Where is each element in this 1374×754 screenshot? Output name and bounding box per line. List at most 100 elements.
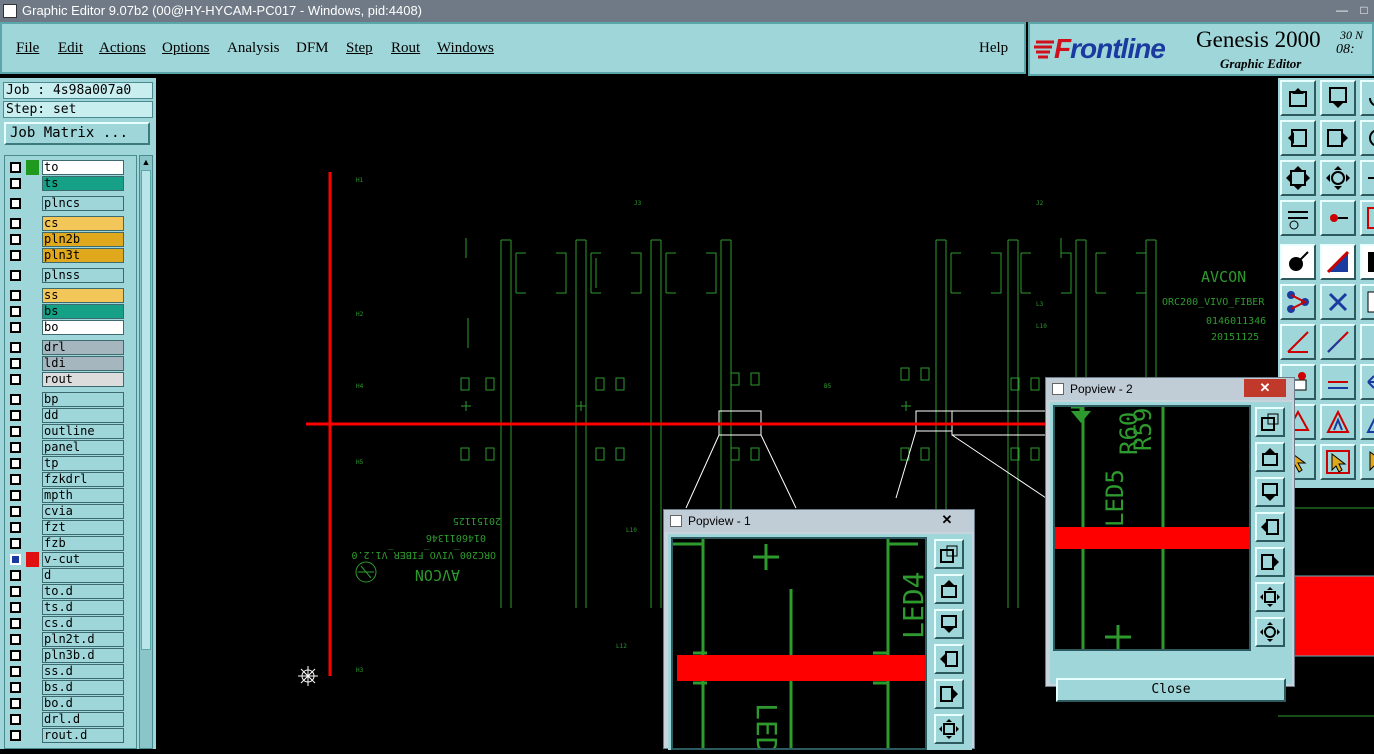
- layer-color-swatch[interactable]: [26, 340, 39, 355]
- tool-shift-up[interactable]: [1280, 80, 1316, 116]
- tool-measure[interactable]: [1280, 200, 1316, 236]
- popview-2-tool-5[interactable]: [1255, 547, 1285, 577]
- tool-triangle-blue[interactable]: [1360, 404, 1374, 440]
- layer-color-swatch[interactable]: [26, 216, 39, 231]
- layer-row-ts-d[interactable]: ts.d: [7, 600, 135, 615]
- layer-color-swatch[interactable]: [26, 392, 39, 407]
- layer-name[interactable]: bs.d: [42, 680, 124, 695]
- layer-checkbox[interactable]: [10, 234, 21, 245]
- layer-checkbox[interactable]: [10, 442, 21, 453]
- layer-name[interactable]: bp: [42, 392, 124, 407]
- layer-name[interactable]: ts.d: [42, 600, 124, 615]
- layer-checkbox[interactable]: [10, 358, 21, 369]
- layer-checkbox[interactable]: [10, 634, 21, 645]
- tool-arc[interactable]: [1320, 324, 1356, 360]
- tool-shift-left[interactable]: [1280, 120, 1316, 156]
- popview-1-tool-4[interactable]: [934, 644, 964, 674]
- layer-color-swatch[interactable]: [26, 568, 39, 583]
- layer-color-swatch[interactable]: [26, 616, 39, 631]
- tool-redo[interactable]: [1360, 120, 1374, 156]
- layer-color-swatch[interactable]: [26, 196, 39, 211]
- scroll-up-icon[interactable]: ▲: [141, 157, 151, 167]
- layer-row-cs-d[interactable]: cs.d: [7, 616, 135, 631]
- tool-zoom-home[interactable]: [1280, 160, 1316, 196]
- layer-checkbox[interactable]: [10, 730, 21, 741]
- layer-color-swatch[interactable]: [26, 728, 39, 743]
- layer-name[interactable]: d: [42, 568, 124, 583]
- popview-1-tool-2[interactable]: [934, 574, 964, 604]
- layer-color-swatch[interactable]: [26, 696, 39, 711]
- layer-checkbox[interactable]: [10, 602, 21, 613]
- layer-name[interactable]: panel: [42, 440, 124, 455]
- layer-checkbox[interactable]: [10, 554, 21, 565]
- layer-name[interactable]: dd: [42, 408, 124, 423]
- menu-rout[interactable]: Rout: [391, 40, 420, 57]
- layer-name[interactable]: cs: [42, 216, 124, 231]
- layer-name[interactable]: tp: [42, 456, 124, 471]
- layer-color-swatch[interactable]: [26, 176, 39, 191]
- menu-dfm[interactable]: DFM: [296, 40, 329, 57]
- layer-checkbox[interactable]: [10, 586, 21, 597]
- layer-name[interactable]: v-cut: [42, 552, 124, 567]
- layer-name[interactable]: pln3t: [42, 248, 124, 263]
- menu-options[interactable]: Options: [162, 40, 210, 57]
- layer-checkbox[interactable]: [10, 522, 21, 533]
- layer-row-drl-d[interactable]: drl.d: [7, 712, 135, 727]
- layer-color-swatch[interactable]: [26, 584, 39, 599]
- layer-checkbox[interactable]: [10, 218, 21, 229]
- layer-checkbox[interactable]: [10, 650, 21, 661]
- layer-name[interactable]: bo.d: [42, 696, 124, 711]
- layer-row-to-d[interactable]: to.d: [7, 584, 135, 599]
- menu-help[interactable]: Help: [979, 40, 1008, 57]
- layer-name[interactable]: ss.d: [42, 664, 124, 679]
- popview-1-tool-3[interactable]: [934, 609, 964, 639]
- layer-color-swatch[interactable]: [26, 664, 39, 679]
- layer-color-swatch[interactable]: [26, 600, 39, 615]
- popview-1-tool-6[interactable]: [934, 714, 964, 744]
- layer-checkbox[interactable]: [10, 714, 21, 725]
- tool-line[interactable]: [1280, 324, 1316, 360]
- layer-row-bo[interactable]: bo: [7, 320, 135, 335]
- layer-checkbox[interactable]: [10, 506, 21, 517]
- popview-2-tool-6[interactable]: [1255, 582, 1285, 612]
- layer-row-bs[interactable]: bs: [7, 304, 135, 319]
- layer-checkbox[interactable]: [10, 322, 21, 333]
- popview-2-tool-1[interactable]: [1255, 407, 1285, 437]
- layer-row-cs[interactable]: cs: [7, 216, 135, 231]
- layer-color-swatch[interactable]: [26, 268, 39, 283]
- layer-color-swatch[interactable]: [26, 304, 39, 319]
- layer-row-fzb[interactable]: fzb: [7, 536, 135, 551]
- layer-row-mpth[interactable]: mpth: [7, 488, 135, 503]
- layer-checkbox[interactable]: [10, 682, 21, 693]
- job-matrix-button[interactable]: Job Matrix ...: [4, 122, 150, 145]
- layer-row-ss[interactable]: ss: [7, 288, 135, 303]
- layer-row-rout[interactable]: rout: [7, 372, 135, 387]
- layer-color-swatch[interactable]: [26, 712, 39, 727]
- tool-highlight[interactable]: [1360, 244, 1374, 280]
- layer-row-to[interactable]: to: [7, 160, 135, 175]
- layer-row-ldi[interactable]: ldi: [7, 356, 135, 371]
- layer-checkbox[interactable]: [10, 410, 21, 421]
- layer-name[interactable]: rout.d: [42, 728, 124, 743]
- layer-name[interactable]: mpth: [42, 488, 124, 503]
- layer-row-rout-d[interactable]: rout.d: [7, 728, 135, 743]
- layer-checkbox[interactable]: [10, 290, 21, 301]
- layer-color-swatch[interactable]: [26, 424, 39, 439]
- layer-color-swatch[interactable]: [26, 356, 39, 371]
- layer-name[interactable]: cs.d: [42, 616, 124, 631]
- tool-pad-select[interactable]: [1280, 244, 1316, 280]
- layer-color-swatch[interactable]: [26, 456, 39, 471]
- menu-file[interactable]: File: [16, 40, 39, 57]
- layer-row-outline[interactable]: outline: [7, 424, 135, 439]
- layer-color-swatch[interactable]: [26, 488, 39, 503]
- layer-name[interactable]: bo: [42, 320, 124, 335]
- tool-sheet[interactable]: [1360, 284, 1374, 320]
- layer-checkbox[interactable]: [10, 178, 21, 189]
- layer-row-drl[interactable]: drl: [7, 340, 135, 355]
- layer-checkbox[interactable]: [10, 698, 21, 709]
- tool-vertical[interactable]: [1360, 324, 1374, 360]
- layer-row-pln2b[interactable]: pln2b: [7, 232, 135, 247]
- menu-step[interactable]: Step: [346, 40, 373, 57]
- scroll-thumb[interactable]: [141, 170, 151, 650]
- layer-name[interactable]: pln2t.d: [42, 632, 124, 647]
